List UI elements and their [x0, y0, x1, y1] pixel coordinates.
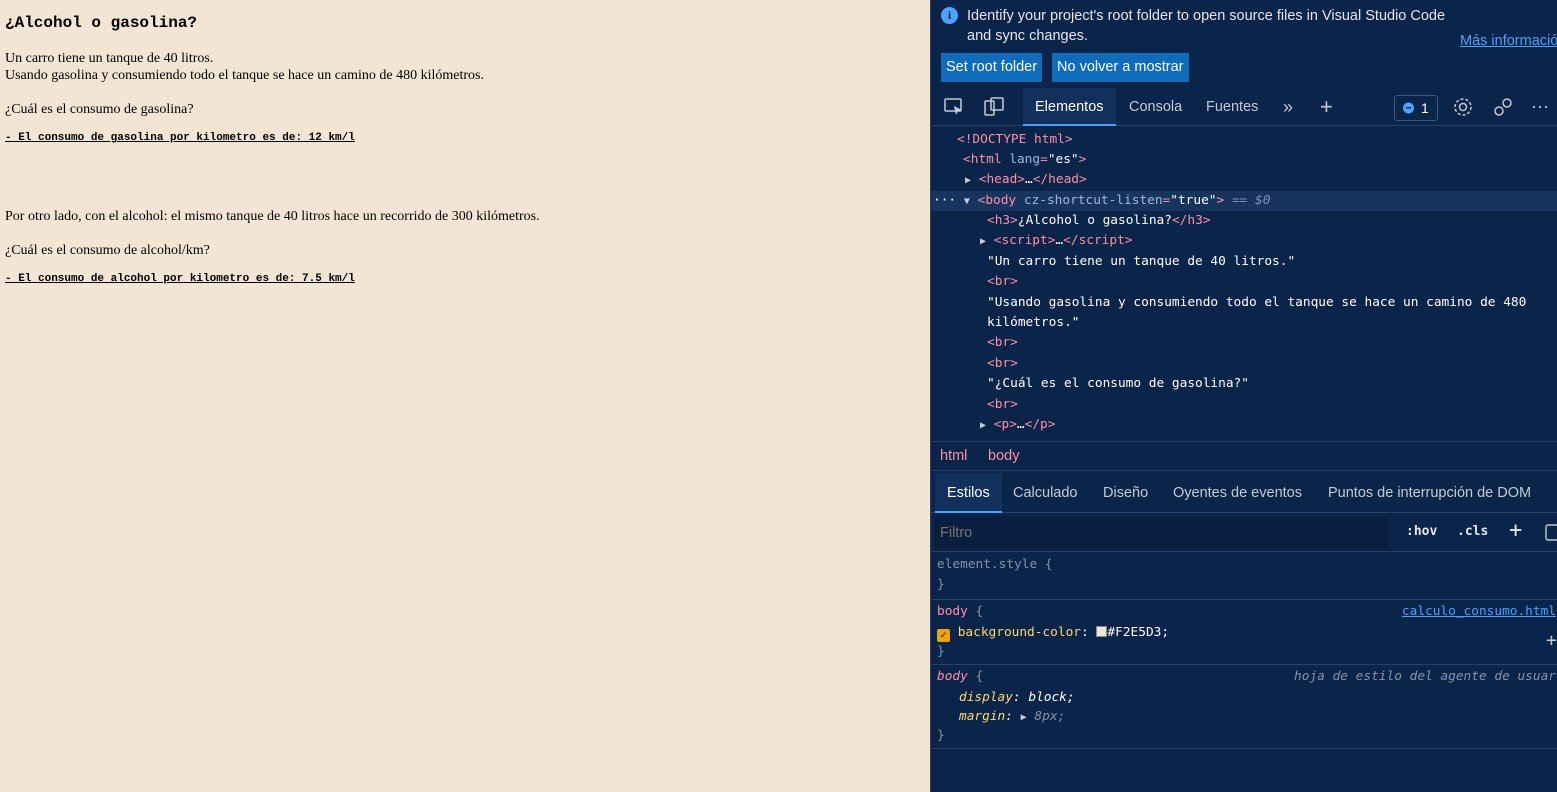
ellipsis-icon[interactable]: ··· [931, 193, 956, 208]
rule-selector[interactable]: element.style { [937, 555, 1053, 575]
expand-triangle-icon[interactable]: ▶ [980, 236, 986, 247]
tab-console[interactable]: Consola [1117, 88, 1194, 126]
dom-text-node[interactable]: "Un carro tiene un tanque de 40 litros." [987, 252, 1295, 272]
tab-event-listeners[interactable]: Oyentes de eventos [1161, 473, 1314, 513]
breadcrumb: html body [931, 441, 1557, 471]
rule-user-agent-body: body { hoja de estilo del agente de usua… [931, 666, 1557, 749]
dont-show-again-button[interactable]: No volver a mostrar [1052, 53, 1189, 82]
infobar: i Identify your project's root folder to… [931, 0, 1557, 88]
more-options-icon[interactable]: ⋯ [1519, 88, 1557, 126]
inspect-element-icon[interactable] [943, 96, 965, 118]
dom-br-node[interactable]: <br> [987, 354, 1018, 374]
dom-doctype[interactable]: <!DOCTYPE html> [957, 130, 1073, 150]
rule-close-brace: } [937, 728, 945, 743]
dom-html-node[interactable]: <html lang="es"> [963, 150, 1086, 170]
expand-triangle-icon[interactable]: ▶ [1021, 712, 1027, 723]
device-emulation-icon[interactable] [983, 96, 1005, 118]
info-icon: i [941, 7, 958, 24]
styles-filter-input[interactable] [934, 517, 1389, 549]
tab-sources[interactable]: Fuentes [1194, 88, 1270, 126]
dom-h3-node[interactable]: <h3>¿Alcohol o gasolina?</h3> [987, 211, 1211, 231]
rule-close-brace: } [937, 577, 945, 592]
devtools-panel: i Identify your project's root folder to… [930, 0, 1557, 792]
expand-triangle-icon[interactable]: ▶ [980, 420, 986, 431]
rule-selector: body { [937, 669, 984, 684]
more-tabs-chevron-icon[interactable]: » [1271, 88, 1305, 126]
devtools-toolbar: Elementos Consola Fuentes » + 1 ⋯ [931, 88, 1557, 126]
dom-br-node[interactable]: <br> [987, 272, 1018, 292]
answer-gasoline: - El consumo de gasolina por kilometro e… [5, 132, 355, 144]
collapse-triangle-icon[interactable]: ▼ [964, 196, 970, 207]
tab-elements[interactable]: Elementos [1023, 88, 1116, 126]
paragraph-gasoline-distance: Usando gasolina y consumiendo todo el ta… [5, 68, 485, 83]
gear-icon[interactable] [1452, 96, 1474, 118]
tab-computed[interactable]: Calculado [1001, 473, 1090, 513]
page-heading: ¿Alcohol o gasolina? [5, 14, 198, 32]
question-gasoline: ¿Cuál es el consumo de gasolina? [5, 102, 194, 117]
customize-icon[interactable] [1492, 96, 1514, 118]
tab-dom-breakpoints[interactable]: Puntos de interrupción de DOM [1316, 473, 1543, 513]
page-viewport: ¿Alcohol o gasolina? Un carro tiene un t… [0, 0, 930, 792]
declaration-background-color[interactable]: ✓ background-color: #F2E5D3; [937, 623, 1169, 643]
declaration-margin: margin: ▶ 8px; [959, 709, 1066, 724]
rule-selector[interactable]: body { [937, 602, 983, 622]
paragraph-tank: Un carro tiene un tanque de 40 litros. [5, 51, 214, 66]
tab-layout[interactable]: Diseño [1091, 473, 1160, 513]
dom-text-node[interactable]: "¿Cuál es el consumo de gasolina?" [987, 374, 1249, 394]
rule-close-brace: } [937, 644, 945, 659]
learn-more-link[interactable]: Más informació [1460, 33, 1557, 49]
add-declaration-plus-icon[interactable]: + [1546, 631, 1557, 651]
tab-styles[interactable]: Estilos [935, 473, 1002, 513]
toggle-sidebar-icon[interactable] [1545, 524, 1557, 541]
dom-text-node[interactable]: "Usando gasolina y consumiendo todo el t… [987, 293, 1526, 313]
user-agent-stylesheet-label: hoja de estilo del agente de usuar [1294, 669, 1556, 684]
dom-p-node[interactable]: ▶ <p>…</p> [980, 415, 1055, 435]
dom-head-node[interactable]: ▶ <head>…</head> [965, 170, 1087, 190]
styles-filter-bar: :hov .cls + [931, 514, 1557, 552]
issues-badge[interactable]: 1 [1394, 95, 1438, 121]
dom-script-node[interactable]: ▶ <script>…</script> [980, 231, 1133, 251]
dom-br-node[interactable]: <br> [987, 333, 1018, 353]
color-swatch[interactable] [1096, 626, 1108, 637]
dom-text-node-cont[interactable]: kilómetros." [987, 313, 1079, 333]
add-tab-plus-icon[interactable]: + [1308, 88, 1345, 126]
answer-alcohol: - El consumo de alcohol por kilometro es… [5, 273, 355, 285]
chat-bubble-icon [1403, 102, 1414, 114]
dom-body-node[interactable]: ··· ▼ <body cz-shortcut-listen="true"> =… [931, 191, 1557, 211]
dom-br-node[interactable]: <br> [987, 395, 1018, 415]
new-rule-plus-icon[interactable]: + [1509, 518, 1522, 543]
styles-tabbar: Estilos Calculado Diseño Oyentes de even… [931, 473, 1557, 513]
issues-count: 1 [1421, 100, 1429, 116]
dom-tree: <!DOCTYPE html> <html lang="es"> ▶ <head… [931, 127, 1557, 440]
paragraph-alcohol-distance: Por otro lado, con el alcohol: el mismo … [5, 209, 540, 224]
question-alcohol: ¿Cuál es el consumo de alcohol/km? [5, 243, 210, 258]
rule-element-style: element.style { } [931, 553, 1557, 600]
infobar-message: Identify your project's root folder to o… [967, 8, 1446, 44]
checkbox-icon[interactable]: ✓ [937, 629, 950, 642]
hover-state-toggle[interactable]: :hov [1406, 524, 1437, 539]
rule-body: body { calculo_consumo.html ✓ background… [931, 601, 1557, 665]
breadcrumb-body[interactable]: body [988, 448, 1019, 464]
expand-triangle-icon[interactable]: ▶ [965, 175, 971, 186]
class-toggle[interactable]: .cls [1457, 524, 1488, 539]
rule-source-link[interactable]: calculo_consumo.html [1402, 602, 1556, 622]
declaration-display: display: block; [959, 690, 1075, 705]
breadcrumb-html[interactable]: html [940, 448, 967, 464]
set-root-folder-button[interactable]: Set root folder [941, 53, 1043, 82]
